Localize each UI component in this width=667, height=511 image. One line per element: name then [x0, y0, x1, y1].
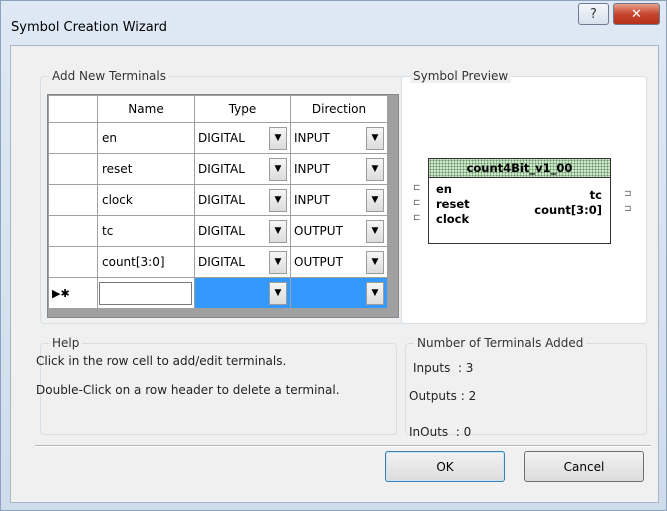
new-row[interactable]: ▶✱ ▼ ▼	[48, 277, 388, 309]
new-terminal-type-combo[interactable]: ▼	[194, 277, 291, 309]
chevron-down-icon[interactable]: ▼	[269, 250, 287, 274]
input-pin-icon: ⊏	[413, 198, 421, 208]
terminal-type-combo[interactable]: DIGITAL ▼	[194, 122, 291, 154]
terminal-name-cell[interactable]: reset	[97, 153, 195, 185]
chevron-down-icon[interactable]: ▼	[269, 219, 287, 243]
name-edit-box[interactable]	[99, 281, 192, 305]
output-pin-icon: ⊐	[624, 189, 632, 199]
table-row[interactable]: count[3:0] DIGITAL ▼ OUTPUT ▼	[48, 246, 388, 278]
help-icon[interactable]: ?	[578, 3, 609, 25]
terminal-count-legend: Number of Terminals Added	[414, 336, 587, 350]
row-header[interactable]	[48, 246, 98, 278]
terminal-name-cell[interactable]: clock	[97, 184, 195, 216]
terminal-type-combo[interactable]: DIGITAL ▼	[194, 184, 291, 216]
chevron-down-icon[interactable]: ▼	[366, 126, 384, 150]
column-header-direction[interactable]: Direction	[290, 95, 388, 123]
title-bar: Symbol Creation Wizard ? ✕	[2, 2, 665, 45]
terminal-name-cell[interactable]: tc	[97, 215, 195, 247]
close-icon[interactable]: ✕	[613, 3, 660, 25]
table-row[interactable]: tc DIGITAL ▼ OUTPUT ▼	[48, 215, 388, 247]
help-text-line: Double-Click on a row header to delete a…	[36, 383, 340, 397]
column-header-name[interactable]: Name	[97, 95, 195, 123]
terminal-direction-combo[interactable]: INPUT ▼	[290, 122, 388, 154]
input-pin-label: en	[436, 182, 452, 196]
table-row[interactable]: clock DIGITAL ▼ INPUT ▼	[48, 184, 388, 216]
terminal-name-cell[interactable]: count[3:0]	[97, 246, 195, 278]
input-pin-label: clock	[436, 212, 470, 226]
chevron-down-icon[interactable]: ▼	[366, 188, 384, 212]
add-new-terminals-legend: Add New Terminals	[49, 69, 169, 83]
inouts-count: InOuts : 0	[409, 425, 472, 439]
symbol-preview-graphic: count4Bit_v1_00 en reset clock tc count[…	[406, 156, 642, 266]
row-header[interactable]	[48, 122, 98, 154]
window-title: Symbol Creation Wizard	[11, 20, 168, 35]
cancel-button[interactable]: Cancel	[524, 451, 644, 482]
chevron-down-icon[interactable]: ▼	[269, 188, 287, 212]
chevron-down-icon[interactable]: ▼	[269, 126, 287, 150]
new-row-marker: ▶✱	[48, 277, 98, 309]
table-row[interactable]: reset DIGITAL ▼ INPUT ▼	[48, 153, 388, 185]
chevron-down-icon[interactable]: ▼	[366, 281, 384, 305]
symbol-creation-wizard-window: Symbol Creation Wizard ? ✕ Add New Termi…	[0, 0, 667, 511]
terminal-type-combo[interactable]: DIGITAL ▼	[194, 246, 291, 278]
output-pin-label: tc	[589, 188, 602, 202]
dialog-client-area: Add New Terminals Name Type Direction en…	[10, 45, 659, 503]
ok-button[interactable]: OK	[385, 451, 505, 482]
separator	[35, 445, 651, 447]
symbol-preview-legend: Symbol Preview	[410, 69, 512, 83]
chevron-down-icon[interactable]: ▼	[269, 281, 287, 305]
terminal-direction-combo[interactable]: OUTPUT ▼	[290, 215, 388, 247]
table-row[interactable]: en DIGITAL ▼ INPUT ▼	[48, 122, 388, 154]
terminal-direction-combo[interactable]: INPUT ▼	[290, 184, 388, 216]
symbol-name-bar: count4Bit_v1_00	[428, 158, 611, 178]
terminal-direction-combo[interactable]: OUTPUT ▼	[290, 246, 388, 278]
output-pin-label: count[3:0]	[534, 203, 602, 217]
row-header[interactable]	[48, 215, 98, 247]
terminals-grid[interactable]: Name Type Direction en DIGITAL ▼ INPUT ▼ r…	[47, 94, 399, 318]
terminal-type-combo[interactable]: DIGITAL ▼	[194, 153, 291, 185]
chevron-down-icon[interactable]: ▼	[366, 219, 384, 243]
help-text-line: Click in the row cell to add/edit termin…	[36, 354, 287, 368]
chevron-down-icon[interactable]: ▼	[366, 157, 384, 181]
output-pin-icon: ⊐	[624, 204, 632, 214]
input-pin-icon: ⊏	[413, 183, 421, 193]
help-legend: Help	[49, 336, 83, 350]
inputs-count: Inputs : 3	[413, 361, 474, 375]
column-header-type[interactable]: Type	[194, 95, 291, 123]
row-header[interactable]	[48, 184, 98, 216]
new-terminal-name-input[interactable]	[97, 277, 195, 309]
input-pin-icon: ⊏	[413, 213, 421, 223]
grid-corner-cell	[48, 95, 98, 123]
terminal-type-combo[interactable]: DIGITAL ▼	[194, 215, 291, 247]
row-header[interactable]	[48, 153, 98, 185]
new-terminal-direction-combo[interactable]: ▼	[290, 277, 388, 309]
input-pin-label: reset	[436, 197, 470, 211]
chevron-down-icon[interactable]: ▼	[269, 157, 287, 181]
outputs-count: Outputs : 2	[409, 389, 477, 403]
terminal-name-cell[interactable]: en	[97, 122, 195, 154]
grid-header-row: Name Type Direction	[48, 95, 388, 123]
symbol-body: en reset clock tc count[3:0]	[428, 178, 611, 244]
chevron-down-icon[interactable]: ▼	[366, 250, 384, 274]
terminal-direction-combo[interactable]: INPUT ▼	[290, 153, 388, 185]
